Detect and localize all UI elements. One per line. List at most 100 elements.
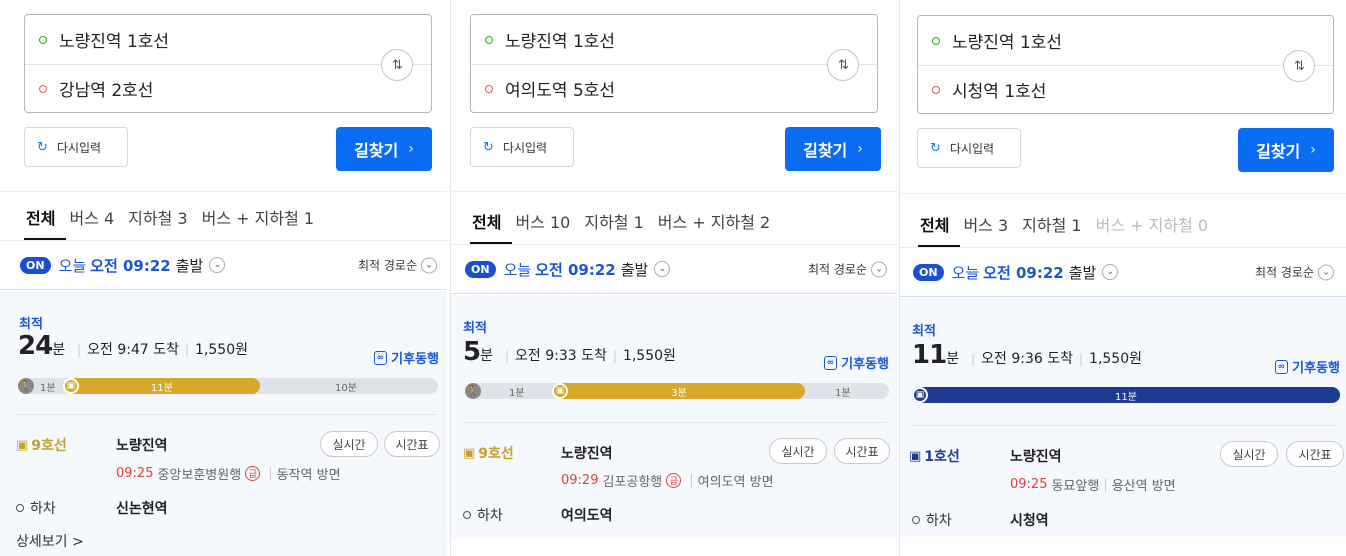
on-toggle[interactable]: ON xyxy=(465,260,496,278)
tab-all[interactable]: 전체 xyxy=(26,205,55,229)
today-label: 오늘 xyxy=(503,260,532,279)
origin-field[interactable]: 노량진역 1호선 xyxy=(25,15,371,64)
timetable-button[interactable]: 시간표 xyxy=(834,438,890,464)
depart-label: 출발 xyxy=(1068,263,1097,282)
swap-button[interactable]: ⇅ xyxy=(1283,50,1315,82)
timetable-button[interactable]: 시간표 xyxy=(384,431,440,457)
direction: 동작역 방면 xyxy=(276,468,341,483)
chevron-down-icon[interactable]: ⌄ xyxy=(654,261,671,277)
swap-button[interactable]: ⇅ xyxy=(381,49,413,81)
realtime-button[interactable]: 실시간 xyxy=(320,431,378,457)
on-toggle[interactable]: ON xyxy=(20,256,51,274)
transport-tabs: 전체 버스 4 지하철 3 버스 + 지하철 1 xyxy=(26,205,328,229)
sort-dropdown[interactable]: 최적 경로순 ⌄ xyxy=(808,261,887,278)
chevron-down-icon: ⌄ xyxy=(871,261,887,277)
transport-tabs: 전체 버스 3 지하철 1 버스 + 지하철 0 xyxy=(920,212,1222,236)
origin-field[interactable]: 노량진역 1호선 xyxy=(471,15,817,64)
line-name: 9호선 xyxy=(478,446,514,462)
alight-label: 하차 xyxy=(926,513,952,529)
separator: | xyxy=(1078,352,1084,366)
tab-bus[interactable]: 버스 10 xyxy=(515,209,570,233)
destination-field[interactable]: 시청역 1호선 xyxy=(918,65,1273,114)
on-toggle[interactable]: ON xyxy=(913,263,944,281)
departure-time: 09:25 xyxy=(1010,477,1048,492)
destination-text: 시청역 1호선 xyxy=(952,82,1047,102)
departure-time[interactable]: 오전 09:22 xyxy=(983,262,1064,283)
swap-icon: ⇅ xyxy=(1294,58,1305,74)
reset-button[interactable]: ↻ 다시입력 xyxy=(917,128,1021,168)
tab-all[interactable]: 전체 xyxy=(472,209,501,233)
alight-label: 하차 xyxy=(30,501,56,517)
find-route-label: 길찾기 xyxy=(354,141,399,160)
destination-field[interactable]: 강남역 2호선 xyxy=(25,64,371,113)
sort-label: 최적 경로순 xyxy=(807,262,867,277)
chevron-down-icon: ⌄ xyxy=(1318,264,1334,280)
tab-all[interactable]: 전체 xyxy=(920,212,949,236)
arrival-time: 오전 9:36 도착 xyxy=(981,351,1073,367)
tab-subway[interactable]: 지하철 1 xyxy=(1022,212,1081,236)
departure-time[interactable]: 오전 09:22 xyxy=(535,259,616,280)
tab-subway[interactable]: 지하철 3 xyxy=(128,205,187,229)
route-result[interactable]: 최적 24 분 | 오전 9:47 도착 | 1,550원 ∞ 기후동행 🚶 1분 … xyxy=(0,291,447,556)
climate-card-icon: ∞ xyxy=(1274,359,1289,374)
find-route-button[interactable]: 길찾기 › xyxy=(1238,128,1334,172)
train-icon: ▣ xyxy=(912,387,928,403)
segment-train-label: 3분 xyxy=(671,387,687,399)
chevron-down-icon[interactable]: ⌄ xyxy=(209,257,226,273)
route-search-box: 노량진역 1호선 시청역 1호선 ⇅ xyxy=(917,15,1334,114)
tab-bus[interactable]: 버스 4 xyxy=(69,205,114,229)
reset-label: 다시입력 xyxy=(949,141,995,156)
route-result[interactable]: 최적 11 분 | 오전 9:36 도착 | 1,550원 ∞ 기후동행 11분 ▣… xyxy=(900,298,1346,536)
realtime-button[interactable]: 실시간 xyxy=(1220,441,1278,467)
alight-label: 하차 xyxy=(477,508,503,524)
segment-walk-start: 1분 xyxy=(40,383,56,394)
tab-subway[interactable]: 지하철 1 xyxy=(584,209,643,233)
reset-button[interactable]: ↻ 다시입력 xyxy=(24,127,128,167)
train-icon: ▣ xyxy=(463,445,476,461)
tab-bus-subway[interactable]: 버스 + 지하철 1 xyxy=(202,205,314,229)
sort-dropdown[interactable]: 최적 경로순 ⌄ xyxy=(358,257,437,274)
alight-ring-icon xyxy=(463,511,471,519)
departure-time: 09:25 xyxy=(116,466,154,481)
segment-bar: 11분 ▣ xyxy=(912,387,1340,403)
destination-field[interactable]: 여의도역 5호선 xyxy=(471,64,817,113)
route-summary: 24 분 | 오전 9:47 도착 | 1,550원 xyxy=(18,331,248,361)
divider xyxy=(912,425,1336,426)
sort-dropdown[interactable]: 최적 경로순 ⌄ xyxy=(1255,264,1334,281)
alight-station: 신논현역 xyxy=(116,501,168,517)
alight-row: 하차 xyxy=(16,498,56,518)
best-badge: 최적 xyxy=(912,324,936,339)
alight-ring-icon xyxy=(912,516,920,524)
realtime-button[interactable]: 실시간 xyxy=(769,438,827,464)
arrival-time: 오전 9:33 도착 xyxy=(515,348,607,364)
alight-ring-icon xyxy=(16,504,24,512)
tabs-separator xyxy=(0,191,447,192)
tab-bus-subway[interactable]: 버스 + 지하철 0 xyxy=(1096,212,1208,236)
reset-button[interactable]: ↻ 다시입력 xyxy=(470,127,574,167)
timetable-button[interactable]: 시간표 xyxy=(1286,441,1344,467)
tab-bus-subway[interactable]: 버스 + 지하철 2 xyxy=(658,209,770,233)
details-link[interactable]: 상세보기 > xyxy=(16,531,84,551)
today-label: 오늘 xyxy=(951,263,980,282)
separator: | xyxy=(184,343,190,357)
route-result[interactable]: 최적 5분 | 오전 9:33 도착 | 1,550원 ∞ 기후동행 🚶 1분 3… xyxy=(451,295,897,538)
alight-row: 하차 xyxy=(912,510,952,530)
chevron-down-icon[interactable]: ⌄ xyxy=(1102,264,1119,280)
departure-info: 09:25 동묘앞행 | 용산역 방면 xyxy=(1010,475,1176,494)
origin-field[interactable]: 노량진역 1호선 xyxy=(918,16,1273,65)
swap-icon: ⇅ xyxy=(838,57,849,73)
sort-label: 최적 경로순 xyxy=(357,258,417,273)
departure-time: 09:29 xyxy=(561,473,599,488)
tab-bus[interactable]: 버스 3 xyxy=(963,212,1008,236)
departure-info: 09:25 중앙보훈병원행 급 | 동작역 방면 xyxy=(116,464,341,483)
find-route-button[interactable]: 길찾기 › xyxy=(336,127,432,171)
train-destination: 김포공항행 xyxy=(602,475,663,490)
alight-row: 하차 xyxy=(463,505,503,525)
departure-time[interactable]: 오전 09:22 xyxy=(90,255,171,276)
walk-icon: 🚶 xyxy=(18,378,34,394)
route-summary: 5분 | 오전 9:33 도착 | 1,550원 xyxy=(463,337,676,367)
train-icon: ▣ xyxy=(909,448,922,464)
swap-button[interactable]: ⇅ xyxy=(827,49,859,81)
find-route-button[interactable]: 길찾기 › xyxy=(785,127,881,171)
origin-text: 노량진역 1호선 xyxy=(505,32,616,52)
